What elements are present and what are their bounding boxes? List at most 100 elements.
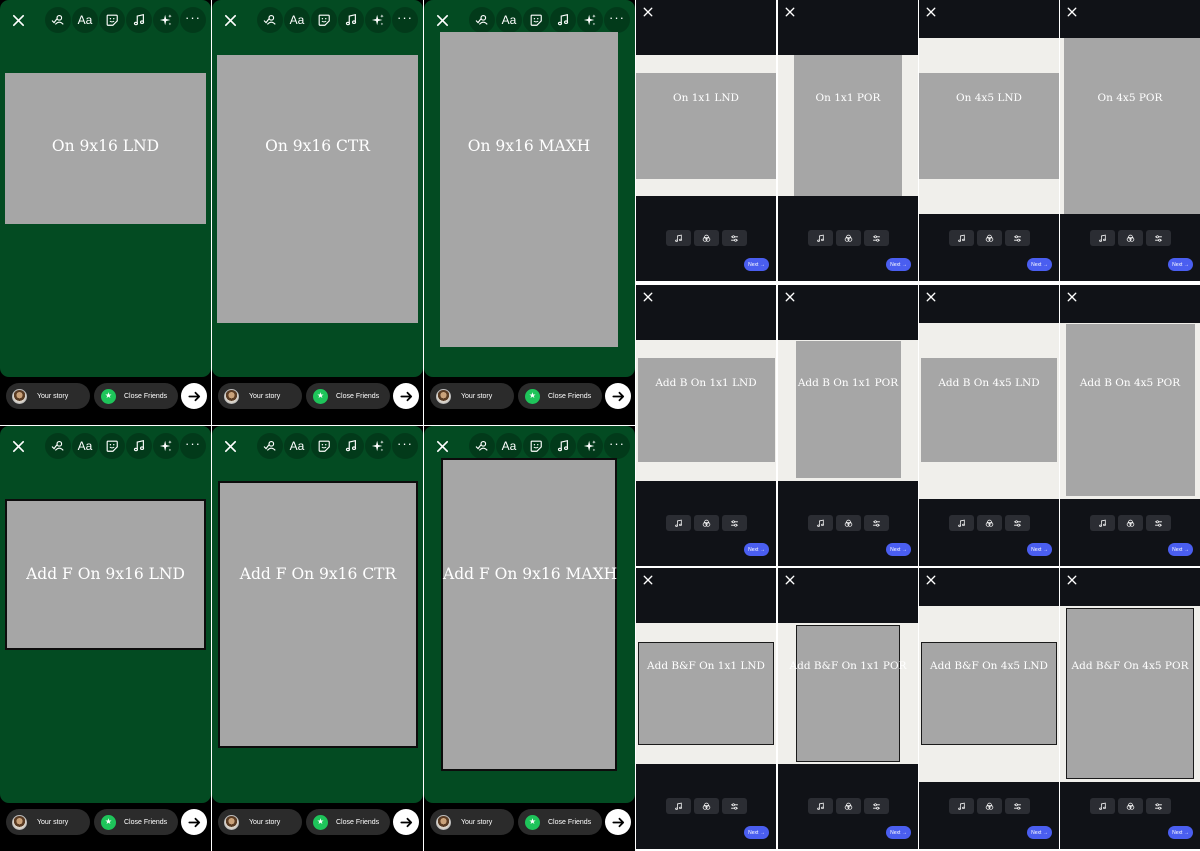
music-button[interactable] — [550, 7, 576, 33]
effects-button[interactable] — [365, 433, 391, 459]
text-button[interactable]: Aa — [72, 433, 98, 459]
music-button[interactable] — [666, 515, 691, 531]
close-icon[interactable] — [1066, 290, 1078, 302]
next-button[interactable]: Next → — [744, 826, 769, 839]
effects-button[interactable] — [836, 798, 861, 814]
effects-button[interactable] — [577, 7, 603, 33]
text-button[interactable]: Aa — [284, 433, 310, 459]
send-button[interactable] — [393, 809, 419, 835]
music-button[interactable] — [1090, 230, 1115, 246]
effects-button[interactable] — [1118, 798, 1143, 814]
next-button[interactable]: Next → — [886, 826, 911, 839]
more-button[interactable]: ··· — [392, 433, 418, 459]
more-button[interactable]: ··· — [180, 7, 206, 33]
close-icon[interactable] — [1066, 5, 1078, 17]
tag-people-button[interactable] — [469, 433, 495, 459]
effects-button[interactable] — [1118, 515, 1143, 531]
tag-people-button[interactable] — [257, 7, 283, 33]
more-button[interactable]: ··· — [604, 7, 630, 33]
adjust-button[interactable] — [864, 230, 889, 246]
adjust-button[interactable] — [1146, 230, 1171, 246]
next-button[interactable]: Next → — [1168, 826, 1193, 839]
music-button[interactable] — [1090, 515, 1115, 531]
music-button[interactable] — [808, 230, 833, 246]
text-button[interactable]: Aa — [496, 433, 522, 459]
music-button[interactable] — [338, 7, 364, 33]
effects-button[interactable] — [836, 515, 861, 531]
text-button[interactable]: Aa — [284, 7, 310, 33]
adjust-button[interactable] — [1005, 515, 1030, 531]
music-button[interactable] — [338, 433, 364, 459]
adjust-button[interactable] — [1146, 515, 1171, 531]
your-story-button[interactable]: Your story — [6, 383, 90, 409]
next-button[interactable]: Next → — [744, 258, 769, 271]
music-button[interactable] — [949, 515, 974, 531]
close-button[interactable] — [5, 433, 31, 459]
effects-button[interactable] — [694, 798, 719, 814]
close-friends-button[interactable]: ★ Close Friends — [94, 809, 178, 835]
effects-button[interactable] — [977, 230, 1002, 246]
your-story-button[interactable]: Your story — [218, 383, 302, 409]
adjust-button[interactable] — [722, 798, 747, 814]
music-button[interactable] — [1090, 798, 1115, 814]
tag-people-button[interactable] — [45, 7, 71, 33]
sticker-button[interactable] — [99, 433, 125, 459]
close-friends-button[interactable]: ★ Close Friends — [306, 383, 390, 409]
close-icon[interactable] — [784, 573, 796, 585]
effects-button[interactable] — [577, 433, 603, 459]
close-friends-button[interactable]: ★ Close Friends — [518, 383, 602, 409]
send-button[interactable] — [605, 809, 631, 835]
sticker-button[interactable] — [99, 7, 125, 33]
close-icon[interactable] — [925, 290, 937, 302]
adjust-button[interactable] — [864, 798, 889, 814]
close-button[interactable] — [5, 7, 31, 33]
effects-button[interactable] — [153, 7, 179, 33]
music-button[interactable] — [126, 433, 152, 459]
tag-people-button[interactable] — [469, 7, 495, 33]
effects-button[interactable] — [694, 515, 719, 531]
effects-button[interactable] — [977, 798, 1002, 814]
send-button[interactable] — [181, 383, 207, 409]
close-icon[interactable] — [1066, 573, 1078, 585]
sticker-button[interactable] — [523, 433, 549, 459]
next-button[interactable]: Next → — [886, 543, 911, 556]
effects-button[interactable] — [836, 230, 861, 246]
adjust-button[interactable] — [1146, 798, 1171, 814]
more-button[interactable]: ··· — [392, 7, 418, 33]
text-button[interactable]: Aa — [496, 7, 522, 33]
music-button[interactable] — [126, 7, 152, 33]
sticker-button[interactable] — [523, 7, 549, 33]
effects-button[interactable] — [694, 230, 719, 246]
your-story-button[interactable]: Your story — [430, 809, 514, 835]
your-story-button[interactable]: Your story — [6, 809, 90, 835]
close-friends-button[interactable]: ★ Close Friends — [94, 383, 178, 409]
sticker-button[interactable] — [311, 7, 337, 33]
adjust-button[interactable] — [1005, 230, 1030, 246]
close-icon[interactable] — [925, 573, 937, 585]
effects-button[interactable] — [153, 433, 179, 459]
music-button[interactable] — [949, 798, 974, 814]
next-button[interactable]: Next → — [1168, 258, 1193, 271]
text-button[interactable]: Aa — [72, 7, 98, 33]
send-button[interactable] — [393, 383, 419, 409]
close-friends-button[interactable]: ★ Close Friends — [306, 809, 390, 835]
sticker-button[interactable] — [311, 433, 337, 459]
send-button[interactable] — [181, 809, 207, 835]
effects-button[interactable] — [1118, 230, 1143, 246]
music-button[interactable] — [550, 433, 576, 459]
next-button[interactable]: Next → — [1027, 826, 1052, 839]
close-icon[interactable] — [925, 5, 937, 17]
music-button[interactable] — [808, 798, 833, 814]
music-button[interactable] — [666, 230, 691, 246]
adjust-button[interactable] — [1005, 798, 1030, 814]
close-button[interactable] — [429, 7, 455, 33]
close-icon[interactable] — [784, 5, 796, 17]
your-story-button[interactable]: Your story — [430, 383, 514, 409]
adjust-button[interactable] — [722, 515, 747, 531]
more-button[interactable]: ··· — [604, 433, 630, 459]
music-button[interactable] — [666, 798, 691, 814]
send-button[interactable] — [605, 383, 631, 409]
close-friends-button[interactable]: ★ Close Friends — [518, 809, 602, 835]
your-story-button[interactable]: Your story — [218, 809, 302, 835]
next-button[interactable]: Next → — [1027, 543, 1052, 556]
